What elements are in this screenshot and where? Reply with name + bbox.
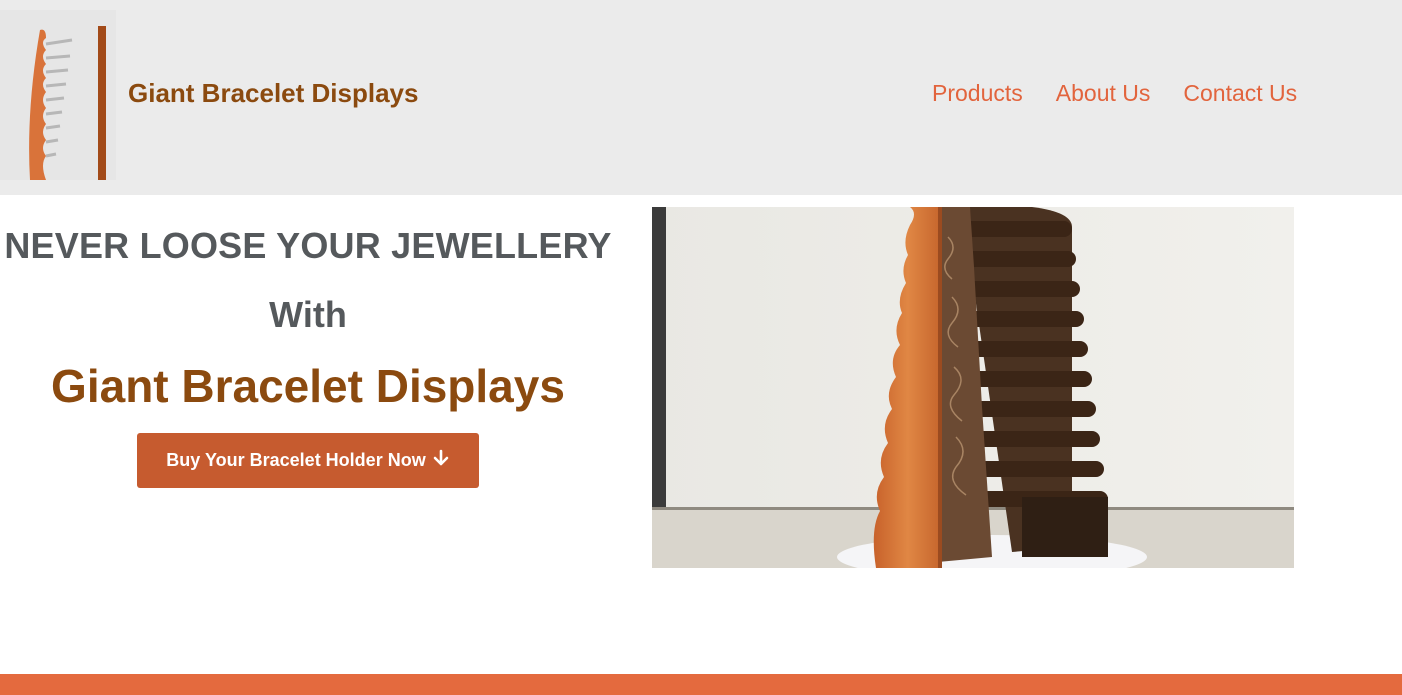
hero-headline: NEVER LOOSE YOUR JEWELLERY (4, 225, 612, 266)
hero-connector: With (269, 294, 347, 335)
nav-contact-us[interactable]: Contact Us (1183, 80, 1297, 107)
buy-now-button[interactable]: Buy Your Bracelet Holder Now (137, 433, 479, 488)
hero-title: Giant Bracelet Displays (51, 360, 565, 412)
hero-product-image (652, 207, 1294, 568)
main-nav: Products About Us Contact Us (932, 80, 1330, 107)
arrow-down-icon (432, 449, 450, 472)
nav-products[interactable]: Products (932, 80, 1023, 107)
logo-image[interactable] (0, 10, 116, 180)
site-header: Giant Bracelet Displays Products About U… (0, 0, 1402, 195)
nav-about-us[interactable]: About Us (1056, 80, 1151, 107)
brand-name[interactable]: Giant Bracelet Displays (128, 78, 418, 109)
buy-now-label: Buy Your Bracelet Holder Now (166, 450, 426, 470)
bracelet-stand-logo-icon (0, 10, 116, 180)
footer-accent-bar (0, 674, 1402, 695)
bracelet-stand-photo (652, 207, 1294, 568)
